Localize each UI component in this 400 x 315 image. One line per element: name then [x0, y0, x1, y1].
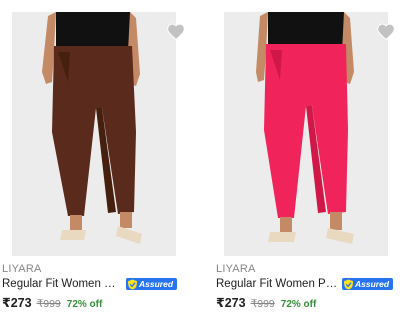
product-grid: LIYARA Regular Fit Women Brown Cotton Tr… — [0, 0, 400, 315]
assured-label: Assured — [355, 279, 390, 289]
product-image[interactable] — [224, 12, 388, 256]
selling-price: ₹273 — [216, 296, 246, 310]
assured-badge: Assured — [126, 278, 178, 290]
assured-badge: Assured — [342, 278, 394, 290]
product-card[interactable]: LIYARA Regular Fit Women Brown Cotton Tr… — [0, 0, 196, 315]
product-card[interactable]: LIYARA Regular Fit Women Pink Cotton Tro… — [204, 0, 400, 315]
discount-label: 72% off — [280, 299, 317, 310]
price-row: ₹273 ₹999 72% off — [2, 295, 102, 310]
product-title-row[interactable]: Regular Fit Women Pink Cotton Trousers A… — [216, 276, 394, 292]
heart-icon[interactable] — [376, 22, 396, 42]
shield-icon — [127, 278, 138, 290]
original-price: ₹999 — [250, 298, 275, 310]
heart-icon[interactable] — [166, 22, 186, 42]
product-image[interactable] — [12, 12, 176, 256]
product-title[interactable]: Regular Fit Women Pink Cotton Trousers — [216, 278, 338, 290]
price-row: ₹273 ₹999 72% off — [216, 295, 316, 310]
discount-label: 72% off — [66, 299, 103, 310]
product-brand: LIYARA — [2, 263, 42, 275]
shield-icon — [343, 278, 354, 290]
product-title[interactable]: Regular Fit Women Brown Cotton Trousers — [2, 278, 122, 290]
selling-price: ₹273 — [2, 296, 32, 310]
assured-label: Assured — [139, 279, 174, 289]
product-brand: LIYARA — [216, 263, 256, 275]
product-title-row[interactable]: Regular Fit Women Brown Cotton Trousers … — [2, 276, 178, 292]
original-price: ₹999 — [36, 298, 61, 310]
